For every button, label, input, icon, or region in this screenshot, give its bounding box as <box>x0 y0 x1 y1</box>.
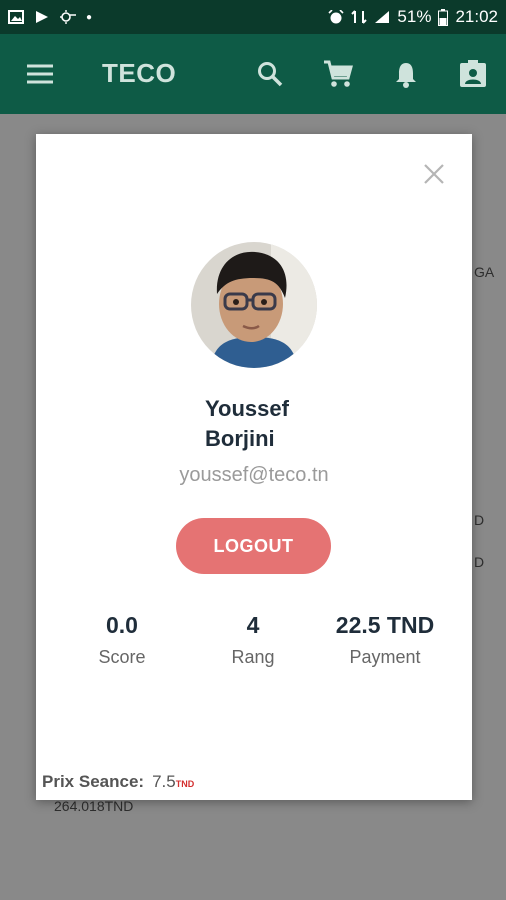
payment-value: 22.5 TND <box>335 612 435 638</box>
app-title: TECO <box>102 58 177 88</box>
user-email: youssef@teco.tn <box>179 464 329 486</box>
menu-icon[interactable] <box>24 58 56 90</box>
prix-label: Prix Seance: <box>42 772 145 791</box>
bell-icon[interactable] <box>390 58 422 90</box>
stat-payment: 22.5 TND Payment <box>315 612 455 668</box>
weather-icon <box>60 10 76 24</box>
payment-label: Payment <box>349 647 421 667</box>
score-label: Score <box>98 647 146 667</box>
close-icon[interactable] <box>422 162 446 186</box>
cart-icon[interactable] <box>322 58 354 90</box>
system-icons: 51% 21:02 <box>328 7 498 27</box>
dot-icon: ● <box>86 11 93 23</box>
logout-button[interactable]: LOGOUT <box>176 518 331 574</box>
battery-percent: 51% <box>397 7 432 26</box>
first-name: Youssef <box>205 396 289 421</box>
image-icon <box>8 10 24 24</box>
prix-unit: TND <box>175 779 195 789</box>
prix-value: 7.5 <box>152 772 176 791</box>
alarm-icon <box>328 10 344 24</box>
play-store-icon <box>36 11 48 23</box>
avatar <box>191 242 317 368</box>
notification-icons: ● <box>8 10 92 24</box>
user-name: Youssef Borjini <box>205 394 365 454</box>
signal-icon <box>375 11 390 23</box>
app-bar: TECO <box>0 34 506 114</box>
battery-icon <box>438 8 449 26</box>
clock: 21:02 <box>455 7 498 26</box>
rang-value: 4 <box>246 612 260 638</box>
stat-rang: 4 Rang <box>183 612 323 668</box>
profile-modal: Youssef Borjini youssef@teco.tn LOGOUT 0… <box>36 134 472 800</box>
last-name: Borjini <box>205 426 275 451</box>
data-icon <box>351 10 368 24</box>
rang-label: Rang <box>231 647 275 667</box>
account-box-icon[interactable] <box>457 58 489 90</box>
stat-score: 0.0 Score <box>52 612 192 668</box>
status-bar: ● 51% 21:02 <box>0 0 506 34</box>
score-value: 0.0 <box>106 612 138 638</box>
search-icon[interactable] <box>254 58 286 90</box>
prix-seance: Prix Seance: 7.5TND <box>42 772 194 792</box>
